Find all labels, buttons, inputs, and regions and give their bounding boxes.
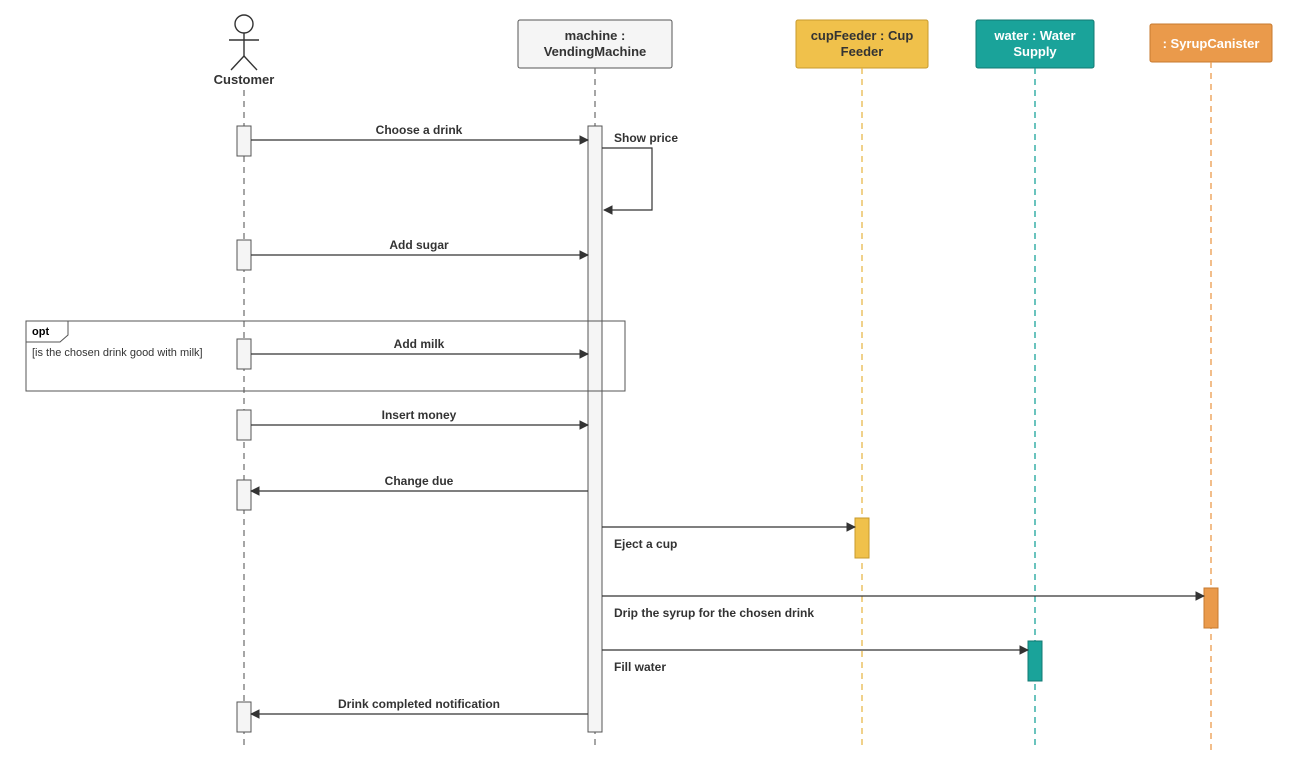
svg-text:VendingMachine: VendingMachine <box>544 44 647 59</box>
msg-label: Fill water <box>614 660 666 674</box>
lifeline-cupfeeder: cupFeeder : Cup Feeder <box>796 20 928 750</box>
svg-text:water : Water: water : Water <box>993 28 1075 43</box>
activation-water <box>1028 641 1042 681</box>
msg-show-price <box>602 148 652 210</box>
msg-label: Drink completed notification <box>338 697 500 711</box>
fragment-opt: opt [is the chosen drink good with milk] <box>26 321 625 391</box>
msg-label: Change due <box>385 474 454 488</box>
svg-text:machine :: machine : <box>565 28 626 43</box>
activation-customer <box>237 126 251 156</box>
activation-customer <box>237 702 251 732</box>
activation-machine <box>588 126 602 732</box>
activation-customer <box>237 480 251 510</box>
activation-customer <box>237 410 251 440</box>
svg-text:Supply: Supply <box>1013 44 1057 59</box>
svg-text:opt: opt <box>32 326 49 338</box>
activation-cupfeeder <box>855 518 869 558</box>
msg-label: Show price <box>614 131 678 145</box>
msg-label: Add milk <box>394 337 445 351</box>
activation-customer <box>237 240 251 270</box>
lifeline-customer: Customer <box>214 15 275 750</box>
sequence-diagram: Customer machine : VendingMachine cupFee… <box>0 0 1296 761</box>
activation-customer <box>237 339 251 369</box>
msg-label: Drip the syrup for the chosen drink <box>614 606 814 620</box>
msg-label: Add sugar <box>389 238 449 252</box>
svg-text:Feeder: Feeder <box>841 44 884 59</box>
activation-syrup <box>1204 588 1218 628</box>
svg-text:[is the chosen drink good with: [is the chosen drink good with milk] <box>32 347 203 359</box>
svg-text:cupFeeder : Cup: cupFeeder : Cup <box>811 28 914 43</box>
msg-label: Choose a drink <box>376 123 463 137</box>
svg-text:: SyrupCanister: : SyrupCanister <box>1163 36 1260 51</box>
customer-label: Customer <box>214 72 275 87</box>
msg-label: Eject a cup <box>614 537 677 551</box>
lifeline-syrup: : SyrupCanister <box>1150 24 1272 750</box>
msg-label: Insert money <box>382 408 457 422</box>
